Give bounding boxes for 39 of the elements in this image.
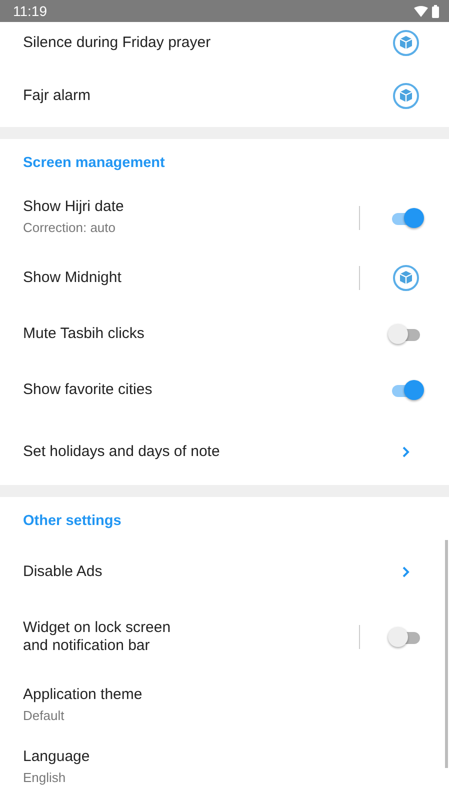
row-title: Fajr alarm xyxy=(23,86,92,104)
row-title: Show favorite cities xyxy=(23,381,154,399)
row-title: Disable Ads xyxy=(23,563,104,581)
row-title: Show Hijri date xyxy=(23,198,125,216)
toggle-switch[interactable] xyxy=(390,208,422,228)
chevron-right-icon xyxy=(402,566,410,578)
toggle-switch[interactable] xyxy=(390,380,422,400)
cube-badge-icon xyxy=(393,30,419,56)
settings-row[interactable]: Set holidays and days of note xyxy=(0,418,444,485)
toggle-switch[interactable] xyxy=(390,627,422,647)
toggle-switch[interactable] xyxy=(390,324,422,344)
settings-row[interactable]: Widget on lock screen and notification bar xyxy=(0,601,444,673)
settings-row[interactable]: Show Hijri date Correction: auto xyxy=(0,185,444,250)
row-subtitle: English xyxy=(23,769,67,788)
row-title: Silence during Friday prayer xyxy=(23,34,212,52)
row-title: Widget on lock screen and notification bar xyxy=(23,619,172,655)
row-subtitle: Correction: auto xyxy=(23,218,116,237)
row-subtitle: Default xyxy=(23,706,66,725)
settings-row[interactable]: Show Midnight xyxy=(0,250,444,306)
settings-row[interactable]: Show favorite cities xyxy=(0,362,444,418)
settings-row[interactable]: Disable Ads xyxy=(0,543,444,601)
row-title: Show Midnight xyxy=(23,269,122,287)
settings-row[interactable]: Application theme Default xyxy=(0,673,444,738)
cube-badge-icon xyxy=(393,265,419,291)
section-header: Other settings xyxy=(22,512,122,531)
section-header: Screen management xyxy=(22,154,166,173)
status-time: 11:19 xyxy=(13,2,47,20)
settings-row[interactable]: Mute Tasbih clicks xyxy=(0,306,444,362)
settings-row[interactable]: Fajr alarm xyxy=(0,64,444,127)
settings-row[interactable]: Language English xyxy=(0,738,444,798)
cube-badge-icon xyxy=(393,82,419,108)
row-title: Mute Tasbih clicks xyxy=(23,325,146,343)
wifi-icon xyxy=(414,6,428,16)
row-title: Language xyxy=(23,748,91,766)
settings-row[interactable]: Silence during Friday prayer xyxy=(0,22,444,64)
battery-icon xyxy=(432,4,439,18)
chevron-right-icon xyxy=(402,446,410,458)
row-title: Application theme xyxy=(23,686,144,704)
row-title: Set holidays and days of note xyxy=(23,442,221,460)
